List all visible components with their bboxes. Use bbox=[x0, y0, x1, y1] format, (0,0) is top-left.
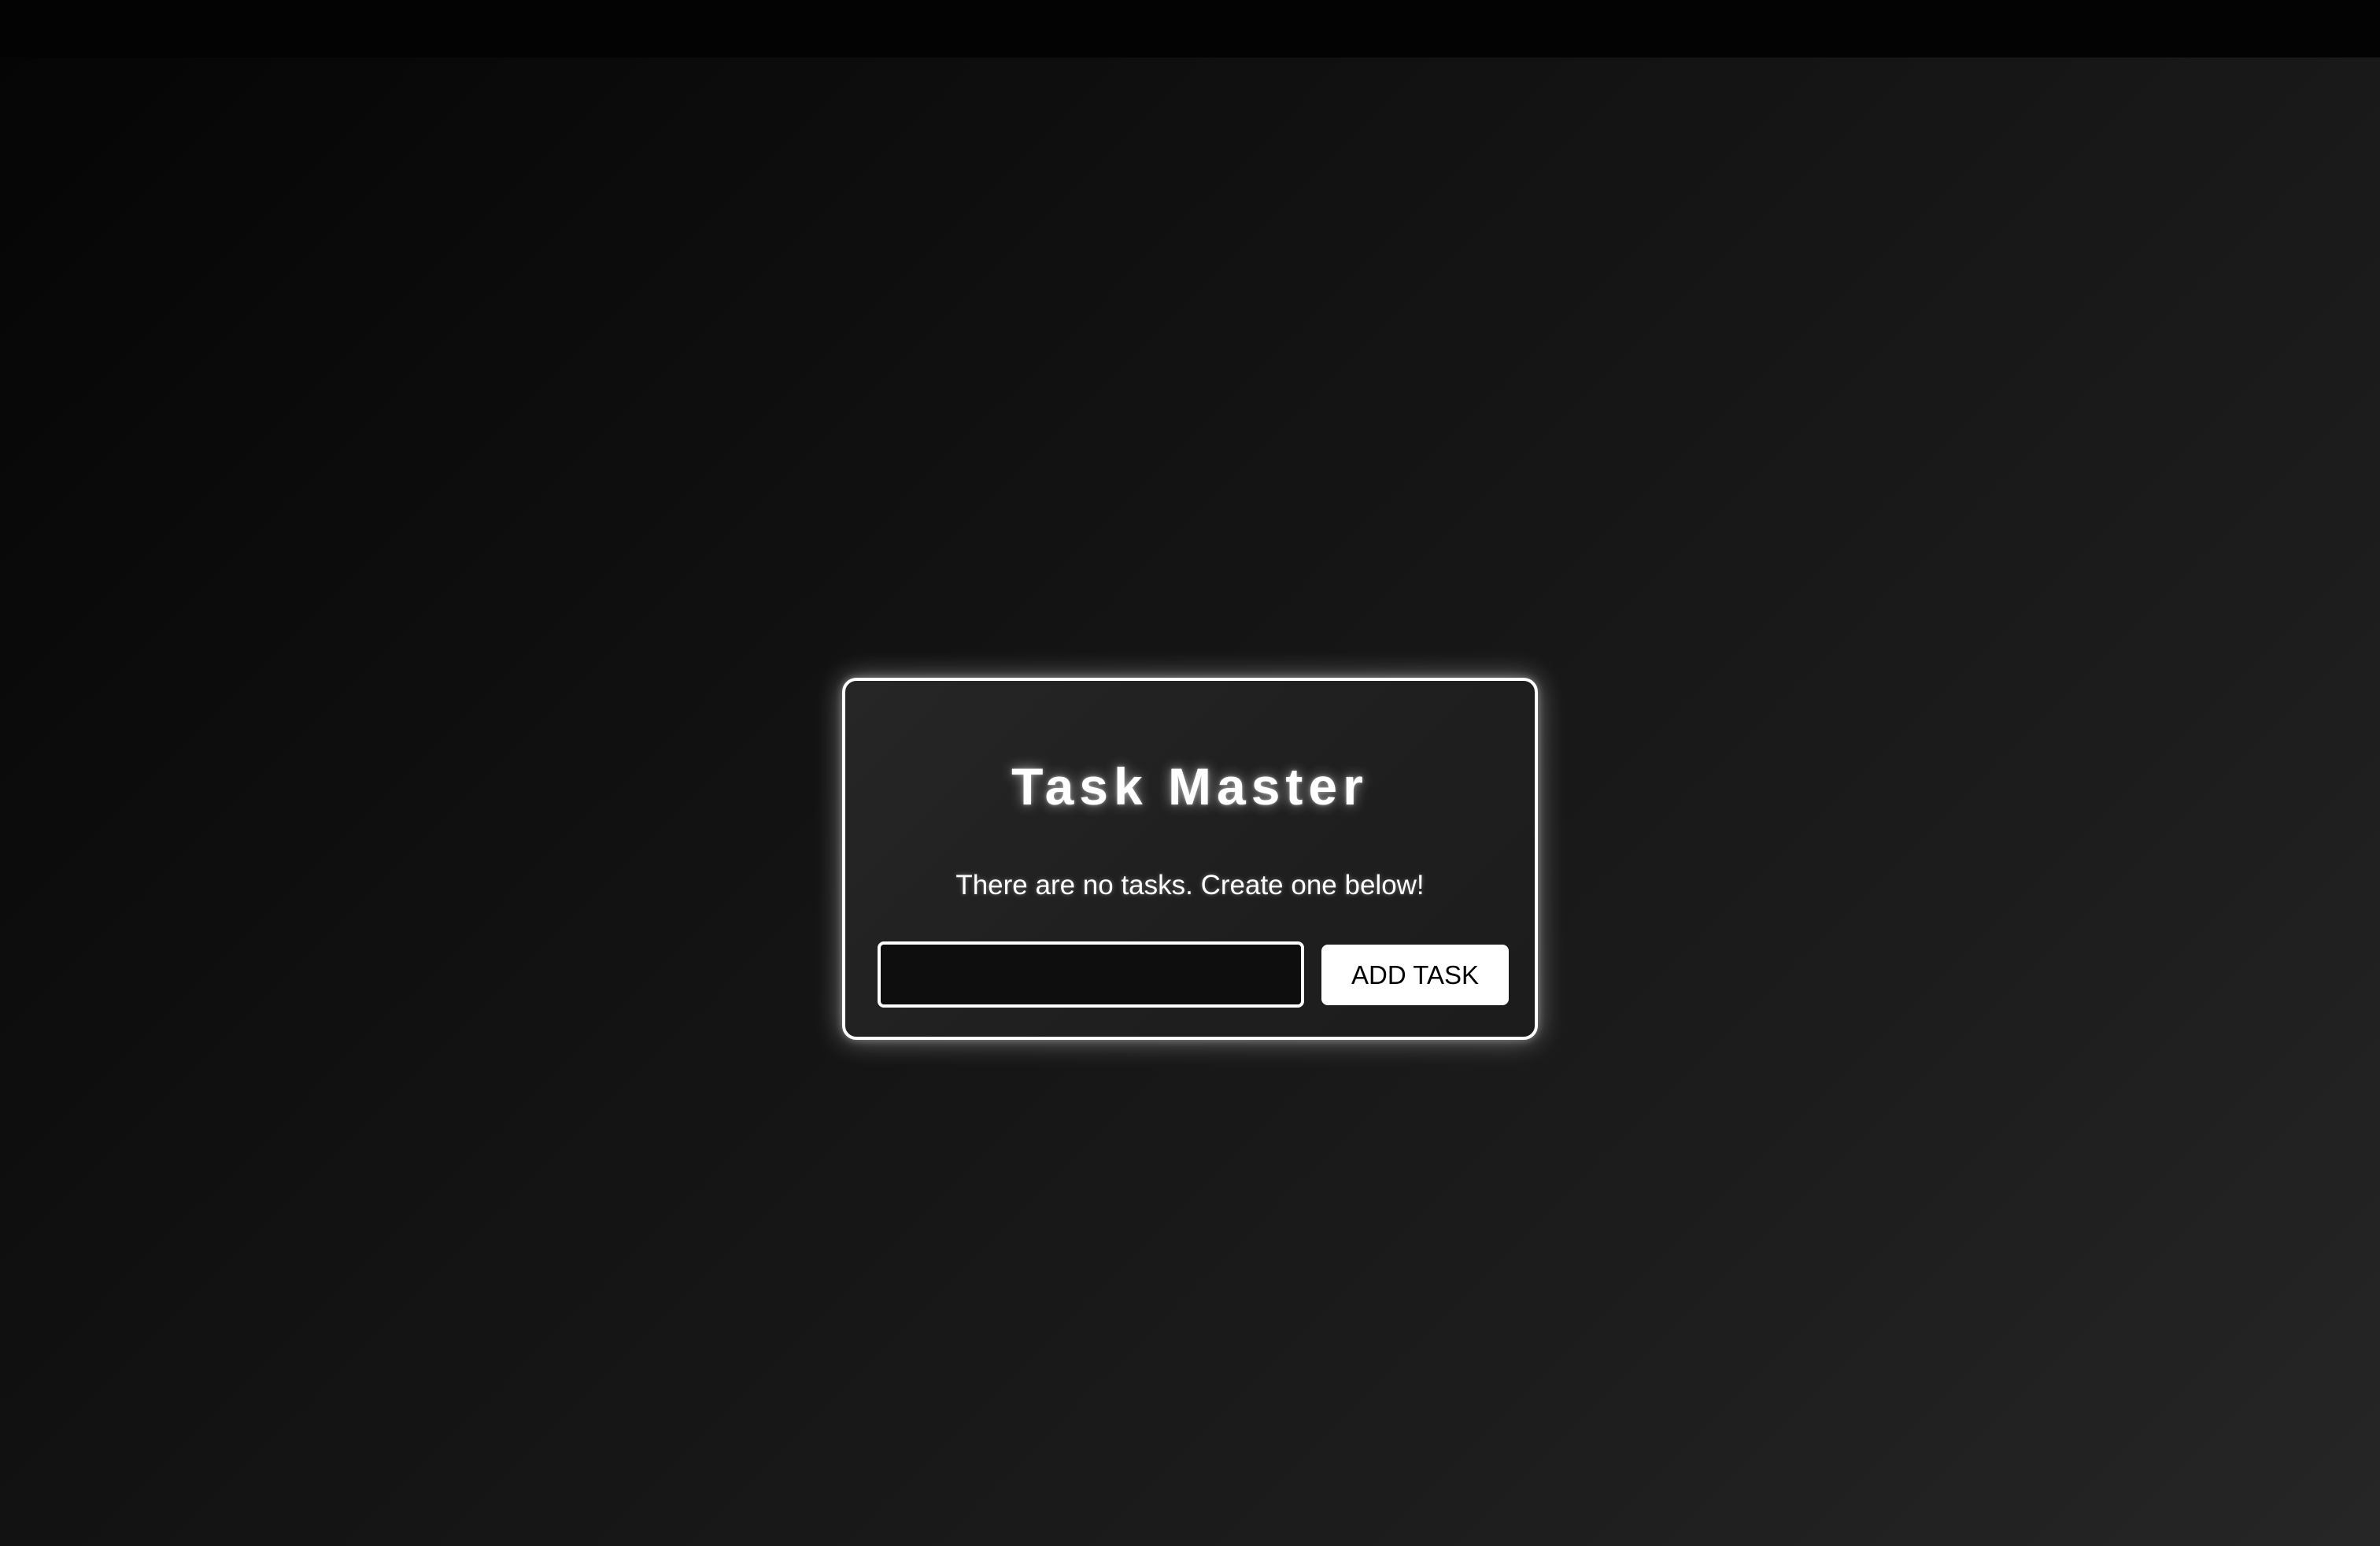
page-background: Task Master There are no tasks. Create o… bbox=[0, 57, 2380, 1546]
task-card: Task Master There are no tasks. Create o… bbox=[842, 678, 1538, 1040]
app-title: Task Master bbox=[1011, 757, 1369, 816]
top-bar bbox=[0, 0, 2380, 57]
add-task-button[interactable]: ADD TASK bbox=[1321, 945, 1509, 1005]
empty-state-message: There are no tasks. Create one below! bbox=[955, 870, 1425, 901]
task-input[interactable] bbox=[878, 941, 1304, 1008]
